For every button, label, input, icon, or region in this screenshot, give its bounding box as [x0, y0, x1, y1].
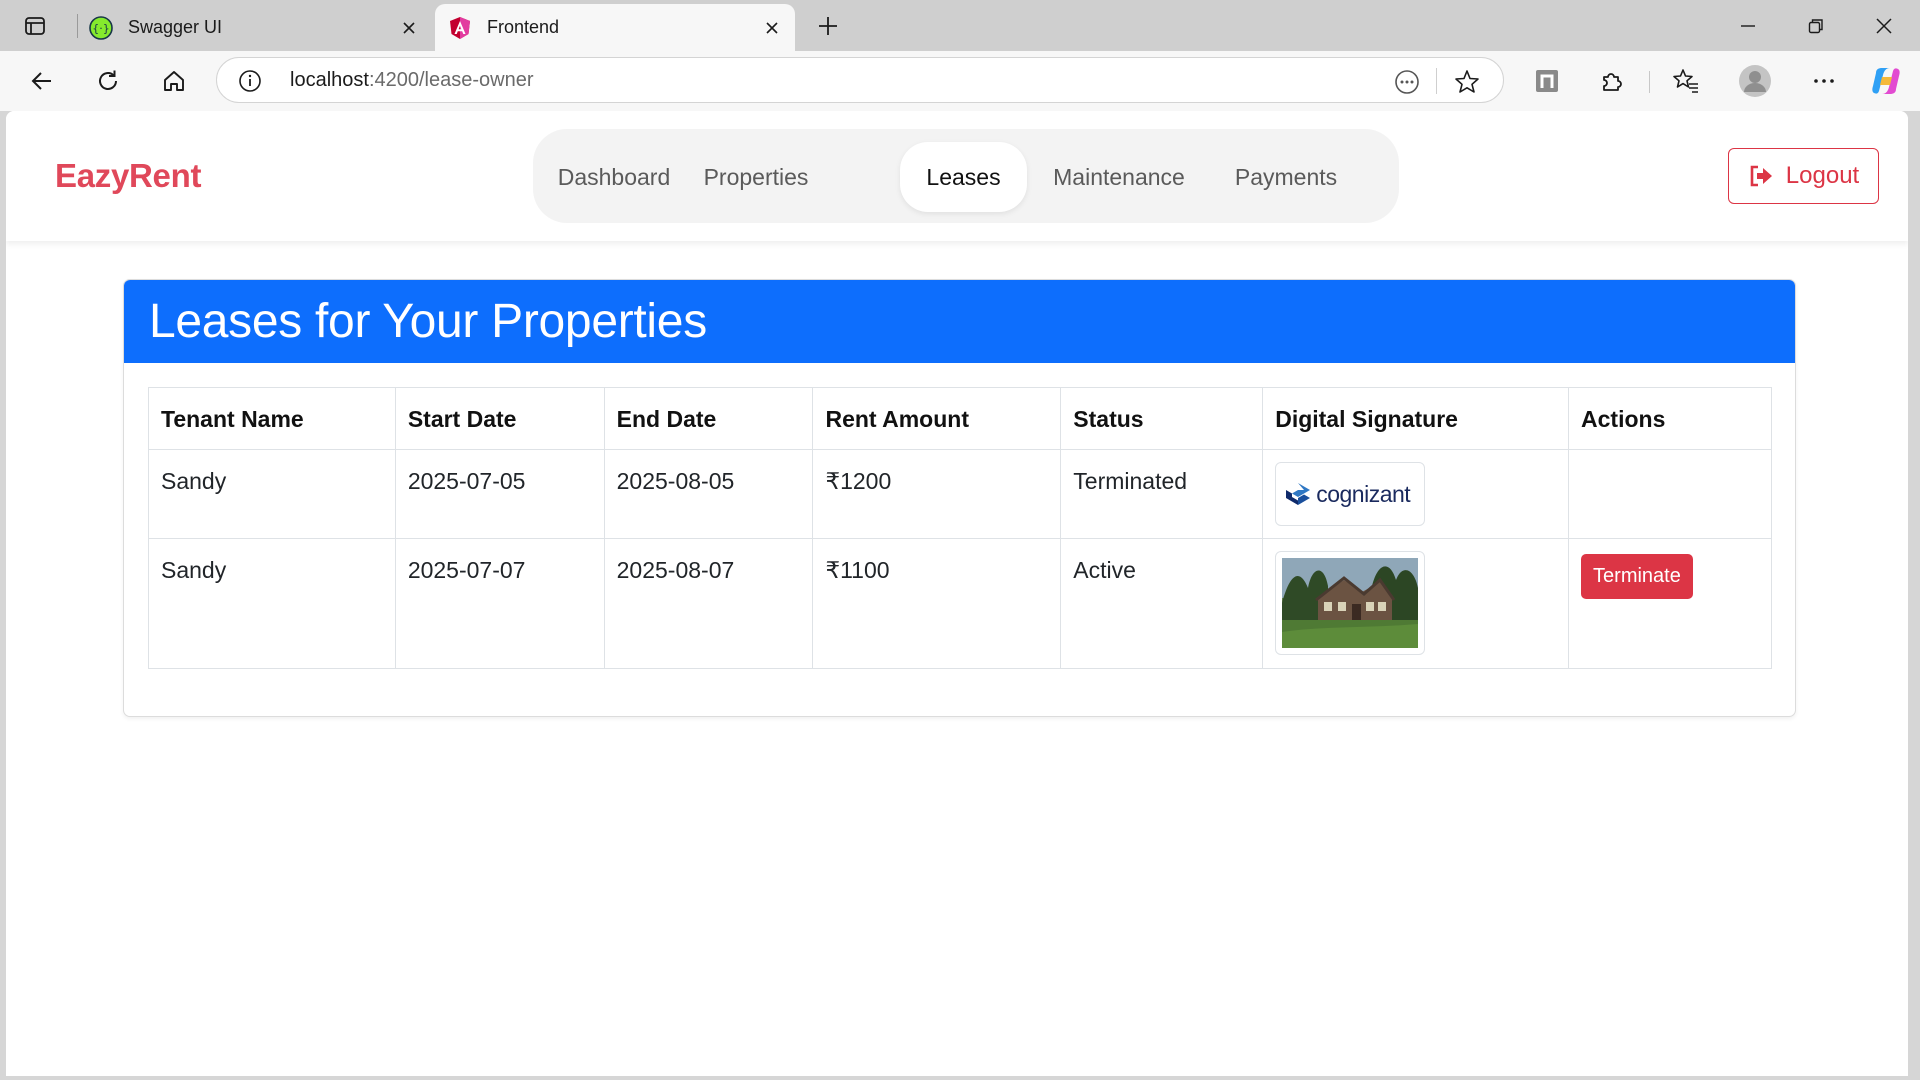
logout-icon — [1750, 165, 1772, 187]
more-options-icon[interactable] — [1806, 63, 1842, 99]
signature-text: cognizant — [1316, 480, 1411, 507]
main-nav: Dashboard Properties Leases Maintenance … — [533, 129, 1399, 223]
browser-tab-swagger[interactable]: {·} Swagger UI — [78, 4, 432, 51]
rent-amount-cell: ₹1200 — [812, 449, 1062, 539]
logout-button[interactable]: Logout — [1728, 148, 1879, 204]
new-tab-icon[interactable] — [810, 10, 846, 42]
table-header-row: Tenant Name Start Date End Date Rent Amo… — [148, 387, 1772, 450]
end-date-cell: 2025-08-07 — [603, 538, 814, 669]
column-header: Digital Signature — [1262, 387, 1570, 450]
close-window-icon[interactable] — [1852, 6, 1916, 46]
favorites-icon[interactable] — [1668, 63, 1704, 99]
minimize-icon[interactable] — [1716, 6, 1780, 46]
toolbar-separator — [1649, 71, 1650, 93]
reading-view-icon[interactable] — [1393, 68, 1421, 96]
nav-payments[interactable]: Payments — [1218, 142, 1354, 212]
tab-title: Swagger UI — [128, 17, 223, 37]
angular-favicon-icon — [447, 15, 473, 41]
signature-cell — [1262, 538, 1570, 669]
column-header: Status — [1060, 387, 1264, 450]
tenant-name-cell: Sandy — [148, 538, 396, 669]
card-header: Leases for Your Properties — [124, 280, 1795, 363]
nav-leases[interactable]: Leases — [900, 142, 1027, 212]
back-arrow-icon[interactable] — [22, 61, 62, 101]
nav-properties[interactable]: Properties — [691, 142, 821, 212]
address-bar[interactable]: localhost:4200/lease-owner — [216, 57, 1504, 103]
rent-amount-cell: ₹1100 — [812, 538, 1062, 669]
logout-label: Logout — [1785, 162, 1860, 189]
nav-maintenance[interactable]: Maintenance — [1044, 142, 1194, 212]
start-date-cell: 2025-07-07 — [394, 538, 605, 669]
start-date-cell: 2025-07-05 — [394, 449, 605, 539]
house-photo-image — [1282, 558, 1419, 648]
cognizant-logo: cognizant — [1282, 469, 1418, 519]
tab-title: Frontend — [487, 17, 560, 37]
close-tab-icon[interactable] — [394, 13, 424, 43]
copilot-icon[interactable] — [1868, 63, 1904, 99]
home-icon[interactable] — [154, 61, 194, 101]
swagger-favicon-icon: {·} — [88, 15, 114, 41]
table-row: Sandy 2025-07-07 2025-08-07 ₹1100 Active — [148, 538, 1772, 669]
refresh-icon[interactable] — [88, 61, 128, 101]
signature-thumbnail[interactable] — [1275, 551, 1426, 655]
brand-logo[interactable]: EazyRent — [55, 157, 201, 195]
column-header: Actions — [1568, 387, 1772, 450]
nav-dashboard[interactable]: Dashboard — [545, 142, 683, 212]
column-header: Start Date — [394, 387, 605, 450]
extension-n-icon[interactable] — [1529, 63, 1565, 99]
url-path: :4200/lease-owner — [368, 69, 534, 91]
page-title: Leases for Your Properties — [149, 295, 707, 348]
cognizant-mark-icon — [1286, 483, 1311, 505]
actions-cell — [1568, 449, 1772, 539]
end-date-cell: 2025-08-05 — [603, 449, 814, 539]
signature-cell: cognizant — [1262, 449, 1570, 539]
tenant-name-cell: Sandy — [148, 449, 396, 539]
site-info-icon[interactable] — [237, 68, 263, 94]
browser-tab-frontend[interactable]: Frontend — [435, 4, 795, 51]
svg-text:{·}: {·} — [92, 22, 110, 35]
tab-actions-icon[interactable] — [18, 12, 52, 40]
table-row: Sandy 2025-07-05 2025-08-05 ₹1200 Termin… — [148, 449, 1772, 539]
profile-avatar-icon[interactable] — [1737, 63, 1773, 99]
terminate-button[interactable]: Terminate — [1581, 554, 1693, 599]
actions-cell: Terminate — [1568, 538, 1772, 669]
app-page: EazyRent Dashboard Properties Leases Mai… — [6, 111, 1908, 1076]
leases-table: Tenant Name Start Date End Date Rent Amo… — [148, 387, 1772, 669]
leases-card: Leases for Your Properties Tenant Name S… — [123, 279, 1796, 717]
status-cell: Terminated — [1060, 449, 1264, 539]
column-header: End Date — [603, 387, 814, 450]
extensions-puzzle-icon[interactable] — [1594, 63, 1630, 99]
column-header: Tenant Name — [148, 387, 396, 450]
favorite-star-icon[interactable] — [1453, 68, 1481, 96]
url-host: localhost — [290, 69, 369, 91]
browser-toolbar: localhost:4200/lease-owner — [0, 51, 1920, 111]
signature-thumbnail[interactable]: cognizant — [1275, 462, 1426, 526]
url-text[interactable]: localhost:4200/lease-owner — [290, 69, 534, 92]
browser-tabbar: {·} Swagger UI Frontend — [0, 0, 1920, 51]
close-tab-icon[interactable] — [757, 13, 787, 43]
status-cell: Active — [1060, 538, 1264, 669]
omnibox-separator — [1436, 68, 1437, 94]
app-navbar: EazyRent Dashboard Properties Leases Mai… — [6, 111, 1908, 241]
restore-icon[interactable] — [1784, 6, 1848, 46]
column-header: Rent Amount — [812, 387, 1062, 450]
